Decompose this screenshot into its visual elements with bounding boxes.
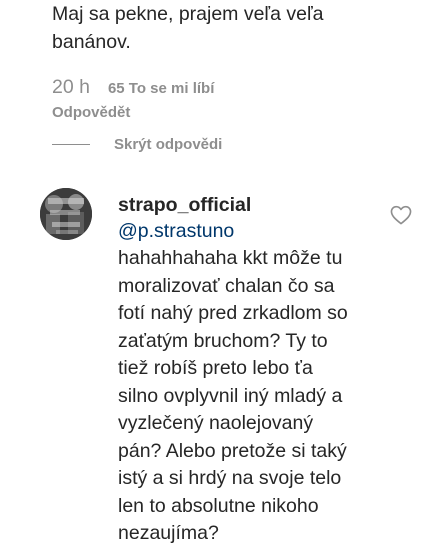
replies-divider-line [52,144,90,145]
reply-comment: strapo_official @p.strastuno hahahhahaha… [118,192,388,548]
reply-comment-text: hahahhahaha kkt môže tu moralizovať chal… [118,247,348,544]
parent-comment-text: Maj sa pekne, prajem veľa veľa banánov. [52,3,324,53]
reply-username[interactable]: strapo_official [118,192,388,218]
parent-comment: Maj sa pekne, prajem veľa veľa banánov. [52,0,392,56]
hide-replies-button[interactable]: Skrýt odpovědi [52,136,222,153]
reply-button[interactable]: Odpovědět [52,104,130,121]
comment-timestamp[interactable]: 20 h [52,76,90,99]
comment-likes-count[interactable]: 65 To se mi líbí [108,80,214,97]
parent-comment-meta: 20 h 65 To se mi líbí [52,76,214,99]
heart-outline-icon[interactable] [390,205,412,225]
reply-mention-link[interactable]: @p.strastuno [118,218,388,245]
hide-replies-label: Skrýt odpovědi [114,136,223,153]
avatar[interactable] [40,188,92,240]
avatar-image [40,188,92,240]
